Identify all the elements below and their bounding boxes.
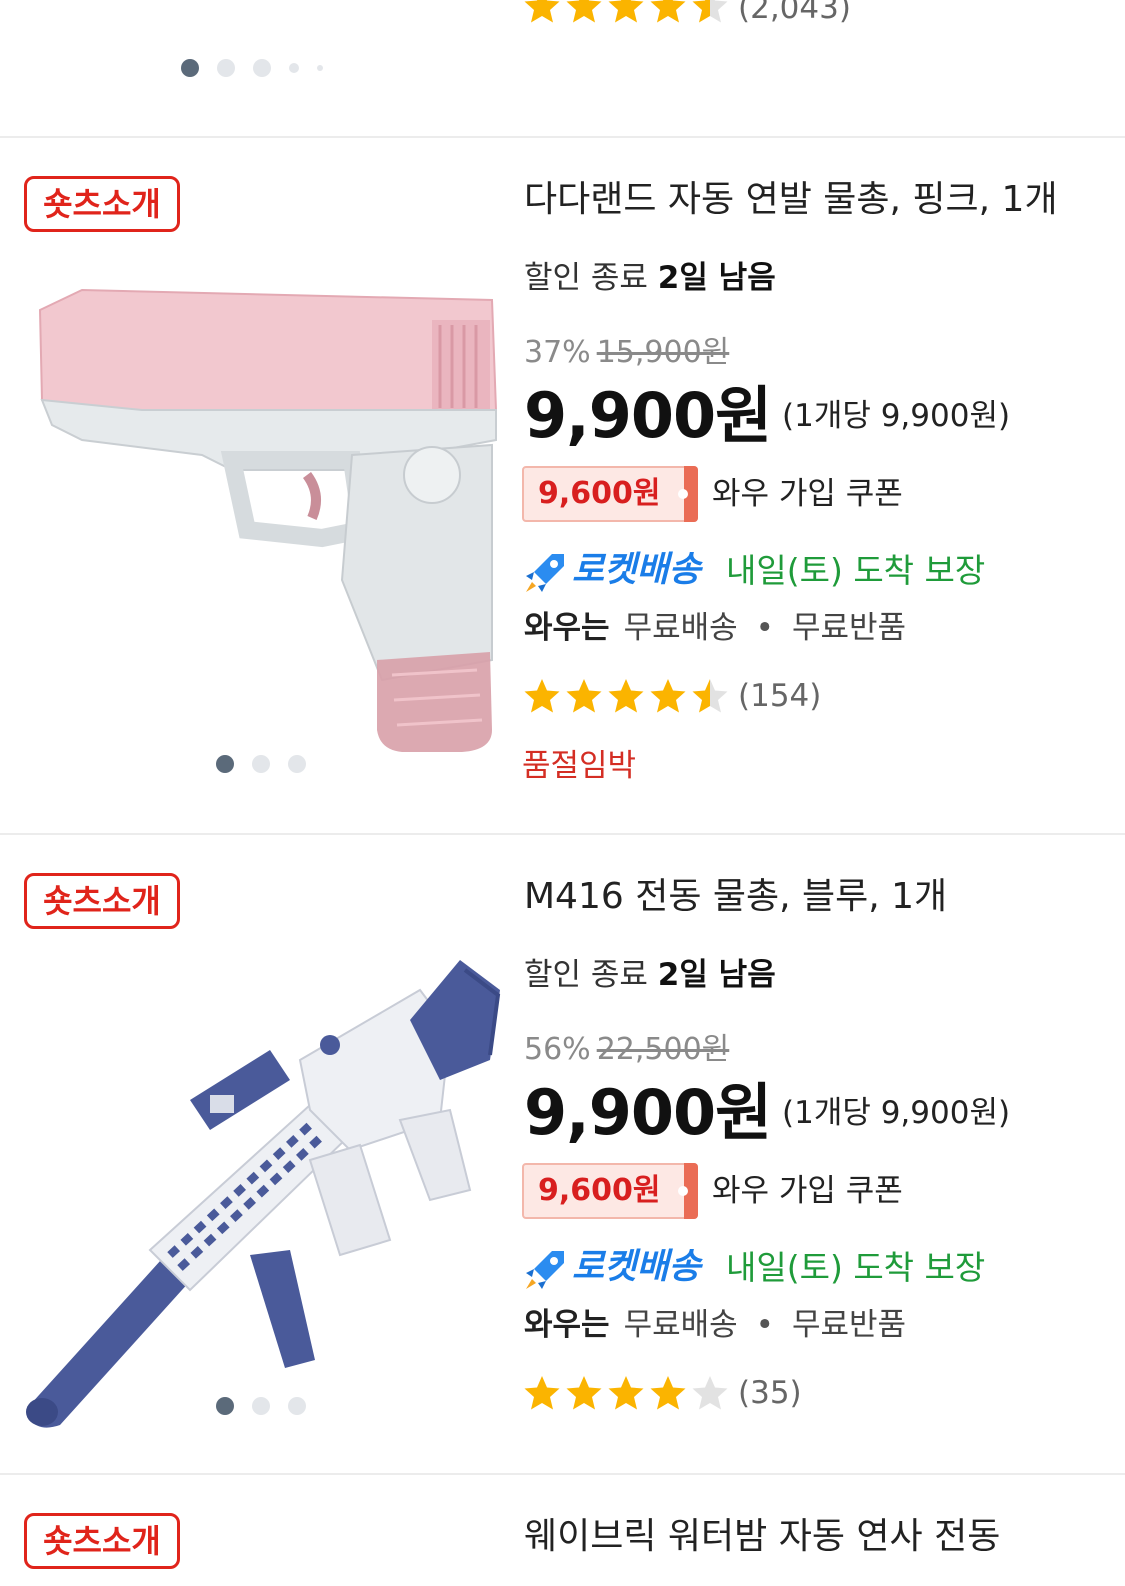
star-full-icon	[566, 679, 602, 713]
pagination-dot[interactable]	[288, 1397, 306, 1415]
deadline-days: 2일 남음	[657, 957, 776, 993]
free-shipping: 무료배송	[623, 1307, 738, 1343]
deadline-days: 2일 남음	[657, 260, 776, 296]
product-title[interactable]: 다다랜드 자동 연발 물총, 핑크, 1개	[524, 176, 1058, 224]
arrival-guarantee: 내일(토) 도착 보장	[726, 551, 986, 590]
rocket-icon	[526, 554, 564, 592]
coupon-label: 와우 가입 쿠폰	[712, 476, 903, 512]
discount-rate: 56%	[524, 1032, 591, 1067]
shorts-badge[interactable]: 숏츠소개	[24, 176, 180, 232]
free-return: 무료반품	[791, 610, 907, 646]
pagination-dot[interactable]	[216, 1397, 234, 1415]
original-price-row: 37% 15,900원	[524, 333, 729, 373]
shorts-badge[interactable]: 숏츠소개	[24, 873, 180, 929]
card-divider	[0, 833, 1125, 835]
pagination-dot[interactable]	[289, 63, 299, 73]
star-half-icon	[692, 679, 728, 713]
wow-benefits: 와우는 무료배송 • 무료반품	[524, 610, 907, 646]
star-full-icon	[566, 0, 602, 23]
wow-benefits: 와우는 무료배송 • 무료반품	[524, 1307, 907, 1343]
star-full-icon	[608, 1376, 644, 1410]
rating-count: (154)	[738, 678, 822, 714]
sale-price: 9,900원	[524, 379, 772, 452]
rocket-icon	[526, 1251, 564, 1289]
arrival-guarantee: 내일(토) 도착 보장	[726, 1248, 986, 1287]
rating-stars-top	[522, 0, 730, 26]
image-pagination[interactable]	[216, 755, 306, 773]
free-shipping: 무료배송	[623, 610, 738, 646]
original-price: 22,500원	[596, 1032, 730, 1067]
star-full-icon	[608, 0, 644, 23]
discount-deadline: 할인 종료 2일 남음	[524, 953, 776, 997]
card-divider	[0, 1473, 1125, 1475]
wow-prefix: 와우는	[524, 610, 610, 646]
star-full-icon	[524, 0, 560, 23]
rating-stars	[522, 1373, 730, 1413]
star-empty-icon	[692, 1376, 728, 1410]
unit-price: (1개당 9,900원)	[782, 1095, 1011, 1131]
coupon-price-tag[interactable]: 9,600원	[522, 466, 698, 522]
low-stock-notice: 품절임박	[522, 748, 637, 784]
coupon-amount: 9,600원	[538, 1173, 661, 1208]
wow-prefix: 와우는	[524, 1307, 610, 1343]
product-image-blue-water-gun[interactable]	[20, 950, 505, 1430]
product-title[interactable]: M416 전동 물총, 블루, 1개	[524, 873, 947, 921]
pagination-dot[interactable]	[252, 1397, 270, 1415]
pagination-dot[interactable]	[253, 59, 271, 77]
coupon-price-tag[interactable]: 9,600원	[522, 1163, 698, 1219]
star-full-icon	[650, 1376, 686, 1410]
rating-count: (35)	[738, 1375, 802, 1411]
star-full-icon	[650, 0, 686, 23]
star-full-icon	[524, 679, 560, 713]
discount-rate: 37%	[524, 335, 591, 370]
rocket-delivery-label: 로켓배송	[572, 1247, 701, 1287]
card-divider	[0, 136, 1125, 138]
coupon-amount: 9,600원	[538, 476, 661, 511]
discount-deadline: 할인 종료 2일 남음	[524, 256, 776, 300]
deadline-prefix: 할인 종료	[524, 957, 648, 993]
original-price-row: 56% 22,500원	[524, 1030, 729, 1070]
coupon-label: 와우 가입 쿠폰	[712, 1173, 903, 1209]
star-full-icon	[608, 679, 644, 713]
image-pagination-top[interactable]	[181, 59, 323, 77]
rating-stars	[522, 676, 730, 716]
star-full-icon	[524, 1376, 560, 1410]
pagination-dot[interactable]	[217, 59, 235, 77]
pagination-dot[interactable]	[288, 755, 306, 773]
rocket-delivery-label: 로켓배송	[572, 550, 701, 590]
star-full-icon	[566, 1376, 602, 1410]
star-full-icon	[650, 679, 686, 713]
rating-count-top: (2,043)	[738, 0, 851, 26]
sale-price: 9,900원	[524, 1076, 772, 1149]
product-image-pink-water-gun[interactable]	[22, 280, 502, 760]
star-half-icon	[692, 0, 728, 23]
deadline-prefix: 할인 종료	[524, 260, 648, 296]
pagination-dot[interactable]	[216, 755, 234, 773]
product-title[interactable]: 웨이브릭 워터밤 자동 연사 전동	[524, 1513, 1000, 1561]
shorts-badge[interactable]: 숏츠소개	[24, 1513, 180, 1569]
unit-price: (1개당 9,900원)	[782, 398, 1011, 434]
pagination-dot[interactable]	[181, 59, 199, 77]
pagination-dot[interactable]	[252, 755, 270, 773]
pagination-dot[interactable]	[317, 65, 323, 71]
image-pagination[interactable]	[216, 1397, 306, 1415]
free-return: 무료반품	[791, 1307, 907, 1343]
original-price: 15,900원	[596, 335, 730, 370]
